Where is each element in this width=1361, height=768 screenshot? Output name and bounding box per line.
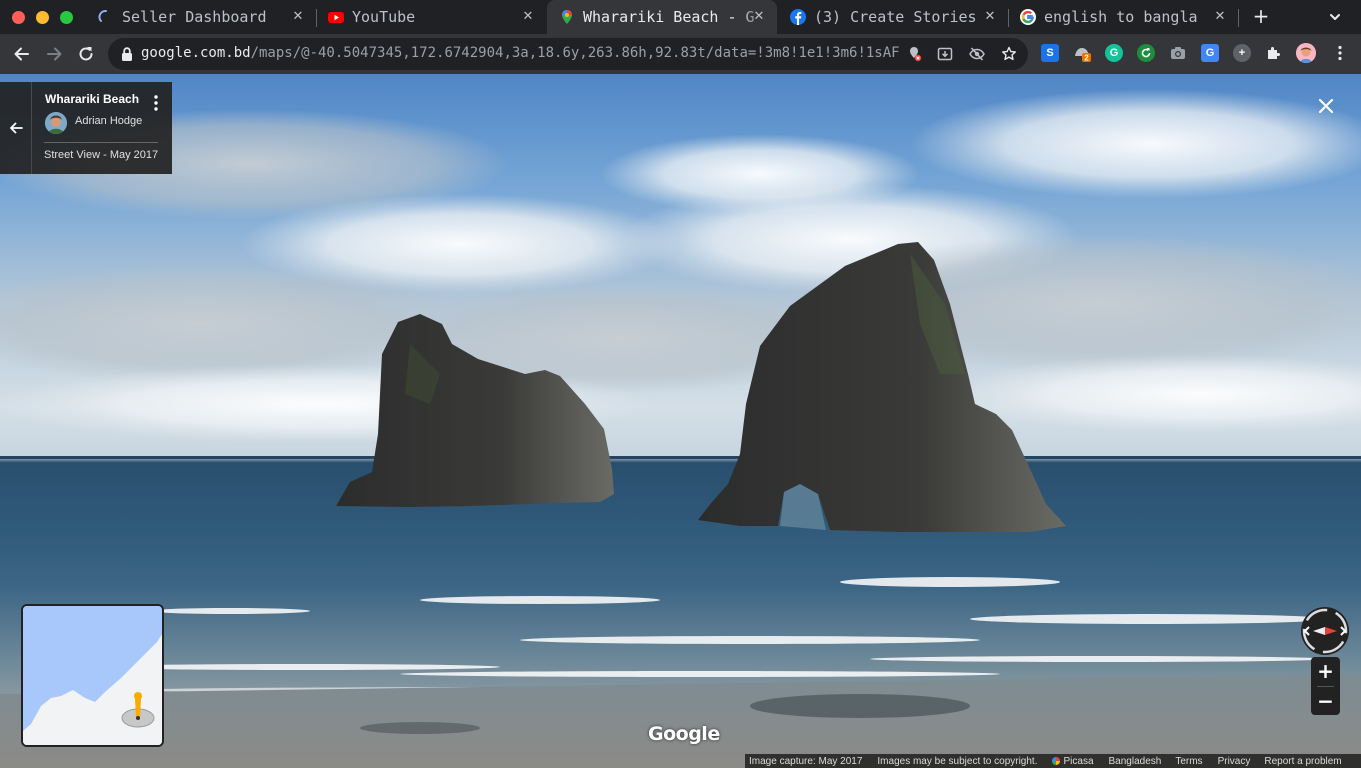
new-tab-button[interactable]: +: [1250, 5, 1272, 27]
url-text[interactable]: google.com.bd/maps/@-40.5047345,172.6742…: [141, 45, 901, 61]
fox-extension-icon[interactable]: 2: [1073, 44, 1091, 62]
tab-close-icon[interactable]: ✕: [290, 9, 306, 25]
capture-date-label[interactable]: Street View - May 2017: [44, 149, 158, 161]
tab-create-stories[interactable]: (3) Create Stories ✕: [778, 0, 1008, 34]
camera-extension-icon[interactable]: [1169, 44, 1187, 62]
browser-toolbar: google.com.bd/maps/@-40.5047345,172.6742…: [0, 34, 1361, 74]
zoom-in-button[interactable]: +: [1311, 657, 1340, 685]
tab-title: english to bangla: [1044, 8, 1198, 26]
place-title[interactable]: Wharariki Beach: [45, 92, 139, 106]
window-minimize-button[interactable]: [36, 11, 49, 24]
back-to-map-button[interactable]: [0, 82, 32, 174]
picasa-icon: [1052, 756, 1061, 765]
location-blocked-icon[interactable]: [906, 46, 922, 62]
more-options-icon[interactable]: [150, 94, 162, 112]
forward-arrow-icon[interactable]: [42, 42, 66, 66]
install-app-icon[interactable]: [937, 46, 953, 62]
attribution-footer: Image capture: May 2017 Images may be su…: [745, 754, 1361, 768]
tab-wharariki-beach[interactable]: Wharariki Beach - G ✕: [547, 0, 777, 34]
country-link[interactable]: Bangladesh: [1109, 756, 1162, 767]
tab-youtube[interactable]: YouTube ✕: [316, 0, 546, 34]
grammarly-icon[interactable]: G: [1105, 44, 1123, 62]
picasa-link[interactable]: Picasa: [1052, 756, 1094, 767]
author-name[interactable]: Adrian Hodge: [75, 115, 142, 127]
privacy-link[interactable]: Privacy: [1218, 756, 1251, 767]
svg-text:2: 2: [1084, 54, 1089, 63]
tab-seller-dashboard[interactable]: Seller Dashboard ✕: [86, 0, 316, 34]
google-watermark: Google: [648, 723, 720, 745]
address-bar[interactable]: google.com.bd/maps/@-40.5047345,172.6742…: [108, 38, 1028, 70]
terms-link[interactable]: Terms: [1175, 756, 1202, 767]
browser-menu-icon[interactable]: [1331, 44, 1349, 62]
s-extension-icon[interactable]: S: [1041, 44, 1059, 62]
author-avatar[interactable]: [45, 112, 67, 134]
street-view-info-card: Wharariki Beach Adrian Hodge Street View…: [0, 82, 172, 174]
tab-title: Wharariki Beach - G: [583, 8, 755, 26]
tab-separator: [1238, 9, 1239, 27]
refresh-extension-icon[interactable]: [1137, 44, 1155, 62]
tab-search-chevron-icon[interactable]: [1326, 8, 1344, 26]
card-divider: [44, 142, 158, 143]
google-icon: [1020, 9, 1036, 25]
street-view-panorama[interactable]: Wharariki Beach Adrian Hodge Street View…: [0, 74, 1361, 768]
zoom-control: + −: [1311, 657, 1340, 715]
panorama-image[interactable]: [0, 74, 1361, 768]
tab-close-icon[interactable]: ✕: [982, 9, 998, 25]
tab-title: Seller Dashboard: [122, 8, 267, 26]
window-maximize-button[interactable]: [60, 11, 73, 24]
google-maps-pin-icon: [559, 9, 575, 25]
report-problem-link[interactable]: Report a problem: [1264, 756, 1341, 767]
reload-icon[interactable]: [74, 42, 98, 66]
profile-avatar[interactable]: [1296, 43, 1316, 63]
tab-title: YouTube: [352, 8, 416, 26]
loading-spinner-icon: [98, 9, 114, 25]
eye-off-icon[interactable]: [969, 46, 985, 62]
tab-close-icon[interactable]: ✕: [520, 9, 536, 25]
copyright-text: Images may be subject to copyright.: [877, 755, 1038, 767]
facebook-icon: [790, 9, 806, 25]
back-arrow-icon[interactable]: [10, 42, 34, 66]
minimap[interactable]: [21, 604, 164, 747]
tab-close-icon[interactable]: ✕: [751, 9, 767, 25]
window-close-button[interactable]: [12, 11, 25, 24]
back-arrow-icon[interactable]: [9, 122, 23, 134]
zoom-out-button[interactable]: −: [1311, 687, 1340, 715]
lock-icon[interactable]: [120, 46, 134, 62]
image-capture-text: Image capture: May 2017: [749, 755, 863, 767]
youtube-icon: [328, 9, 344, 25]
tab-english-to-bangla[interactable]: english to bangla ✕: [1008, 0, 1238, 34]
bookmark-star-icon[interactable]: [1001, 46, 1017, 62]
compass-icon[interactable]: [1301, 607, 1349, 655]
close-street-view-icon[interactable]: [1316, 96, 1336, 116]
puzzle-extensions-icon[interactable]: [1265, 44, 1283, 62]
tab-close-icon[interactable]: ✕: [1212, 9, 1228, 25]
google-translate-icon[interactable]: G: [1201, 44, 1219, 62]
tab-strip: Seller Dashboard ✕ YouTube ✕ Wharariki B…: [0, 0, 1361, 34]
plus-circle-extension-icon[interactable]: +: [1233, 44, 1251, 62]
tab-title: (3) Create Stories: [814, 8, 977, 26]
